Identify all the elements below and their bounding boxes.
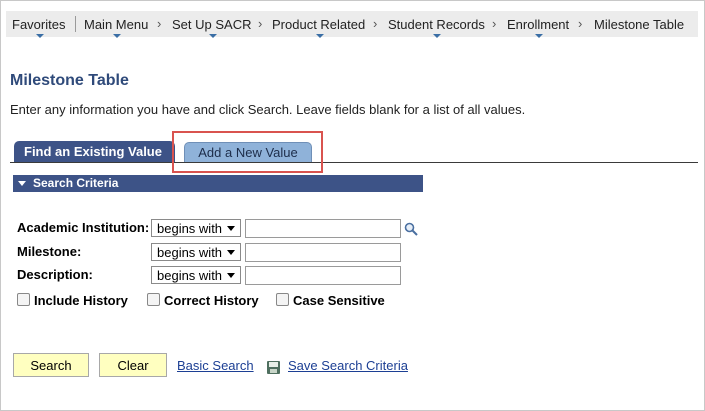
dropdown-arrow-icon <box>227 250 235 255</box>
academic-institution-operator-select[interactable]: begins with <box>151 219 241 237</box>
save-search-criteria-link[interactable]: Save Search Criteria <box>288 358 408 373</box>
milestone-operator-select[interactable]: begins with <box>151 243 241 261</box>
basic-search-link[interactable]: Basic Search <box>177 358 254 373</box>
chevron-right-icon: › <box>157 16 162 31</box>
breadcrumb-enrollment[interactable]: Enrollment <box>507 17 569 38</box>
include-history-checkbox[interactable]: Include History <box>17 293 128 308</box>
search-button[interactable]: Search <box>13 353 89 377</box>
breadcrumb-set-up-sacr[interactable]: Set Up SACR <box>172 17 251 38</box>
save-disk-icon <box>267 361 280 374</box>
checkbox-box[interactable] <box>276 293 289 306</box>
operator-value: begins with <box>157 245 223 260</box>
case-sensitive-checkbox[interactable]: Case Sensitive <box>276 293 385 308</box>
window-frame <box>0 0 705 411</box>
milestone-input[interactable] <box>245 243 401 262</box>
breadcrumb: Favorites Main Menu › Set Up SACR › Prod… <box>6 11 698 38</box>
annotation-highlight-box <box>172 131 323 173</box>
breadcrumb-product-related[interactable]: Product Related <box>272 17 365 38</box>
breadcrumb-student-records[interactable]: Student Records <box>388 17 485 38</box>
breadcrumb-milestone-table: Milestone Table <box>594 17 685 32</box>
lookup-search-icon[interactable] <box>404 222 418 236</box>
chevron-right-icon: › <box>258 16 263 31</box>
chevron-right-icon: › <box>373 16 378 31</box>
milestone-label: Milestone: <box>17 244 82 259</box>
academic-institution-label: Academic Institution: <box>17 220 150 235</box>
chevron-down-icon <box>208 34 217 38</box>
chevron-down-icon <box>35 34 44 38</box>
operator-value: begins with <box>157 221 223 236</box>
checkbox-box[interactable] <box>17 293 30 306</box>
clear-button[interactable]: Clear <box>99 353 167 377</box>
divider <box>75 16 76 32</box>
breadcrumb-main-menu[interactable]: Main Menu <box>84 17 148 38</box>
chevron-right-icon: › <box>492 16 497 31</box>
page-title: Milestone Table <box>10 72 129 89</box>
page-instructions: Enter any information you have and click… <box>10 102 526 117</box>
description-label: Description: <box>17 267 93 282</box>
description-operator-select[interactable]: begins with <box>151 266 241 284</box>
collapse-triangle-icon <box>18 181 26 186</box>
chevron-down-icon <box>535 34 544 38</box>
chevron-down-icon <box>433 34 442 38</box>
breadcrumb-favorites[interactable]: Favorites <box>12 17 65 38</box>
operator-value: begins with <box>157 268 223 283</box>
checkbox-box[interactable] <box>147 293 160 306</box>
dropdown-arrow-icon <box>227 273 235 278</box>
search-criteria-header[interactable]: Search Criteria <box>13 175 423 192</box>
correct-history-checkbox[interactable]: Correct History <box>147 293 259 308</box>
chevron-right-icon: › <box>578 16 583 31</box>
academic-institution-input[interactable] <box>245 219 401 238</box>
chevron-down-icon <box>113 34 122 38</box>
chevron-down-icon <box>315 34 324 38</box>
tab-find-existing-value[interactable]: Find an Existing Value <box>14 141 175 162</box>
description-input[interactable] <box>245 266 401 285</box>
dropdown-arrow-icon <box>227 226 235 231</box>
search-criteria-label: Search Criteria <box>33 176 119 190</box>
tab-underline <box>10 162 698 163</box>
